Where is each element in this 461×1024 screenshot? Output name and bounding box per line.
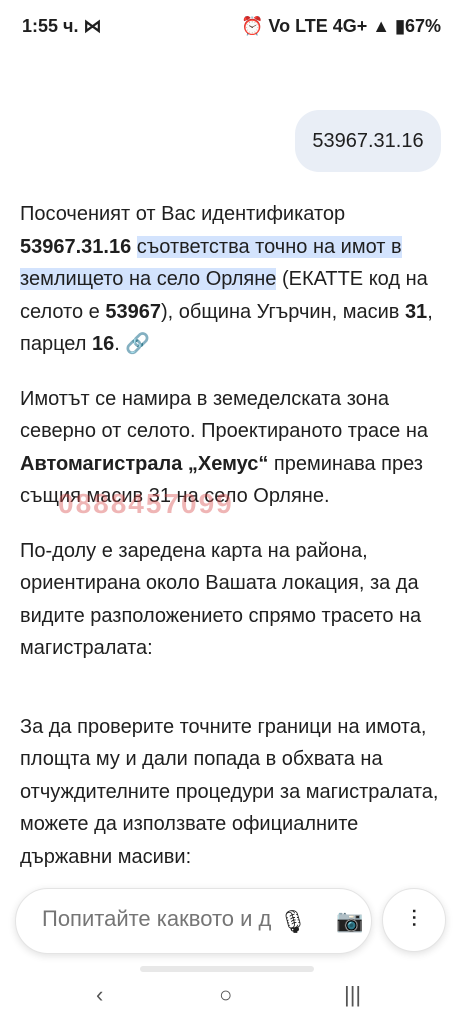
prompt-input-bar[interactable]: 🎙 📷 [15,888,372,954]
home-icon[interactable]: ○ [219,982,232,1008]
watermark: 0888457099 [58,488,234,519]
response-paragraph-4: За да проверите точните граници на имота… [20,715,439,868]
gesture-pill [140,966,314,972]
status-icons: ⏰ Vo LTE 4G+ ▲ ▮67% [240,16,441,36]
status-time: 1:55 ч. ⋈ [22,16,102,36]
response-paragraph-3: По-долу е заредена карта на района, орие… [20,539,422,660]
status-bar: 1:55 ч. ⋈ ⏰ Vo LTE 4G+ ▲ ▮67% [0,0,461,52]
recents-icon[interactable]: ||| [344,982,361,1008]
user-message-bubble: 53967.31.16 [295,110,441,172]
prompt-input[interactable] [42,906,272,932]
response-body: Посоченият от Вас идентификатор 53967.31… [20,198,444,895]
camera-icon[interactable]: 📷 [336,908,363,934]
response-paragraph-1: Посоченият от Вас идентификатор 53967.31… [20,203,433,355]
back-icon[interactable]: ‹ [96,982,103,1008]
link-icon[interactable]: . 🔗 [114,333,150,355]
live-button[interactable]: ⫶ [382,888,446,952]
microphone-icon[interactable]: 🎙 [279,909,307,935]
